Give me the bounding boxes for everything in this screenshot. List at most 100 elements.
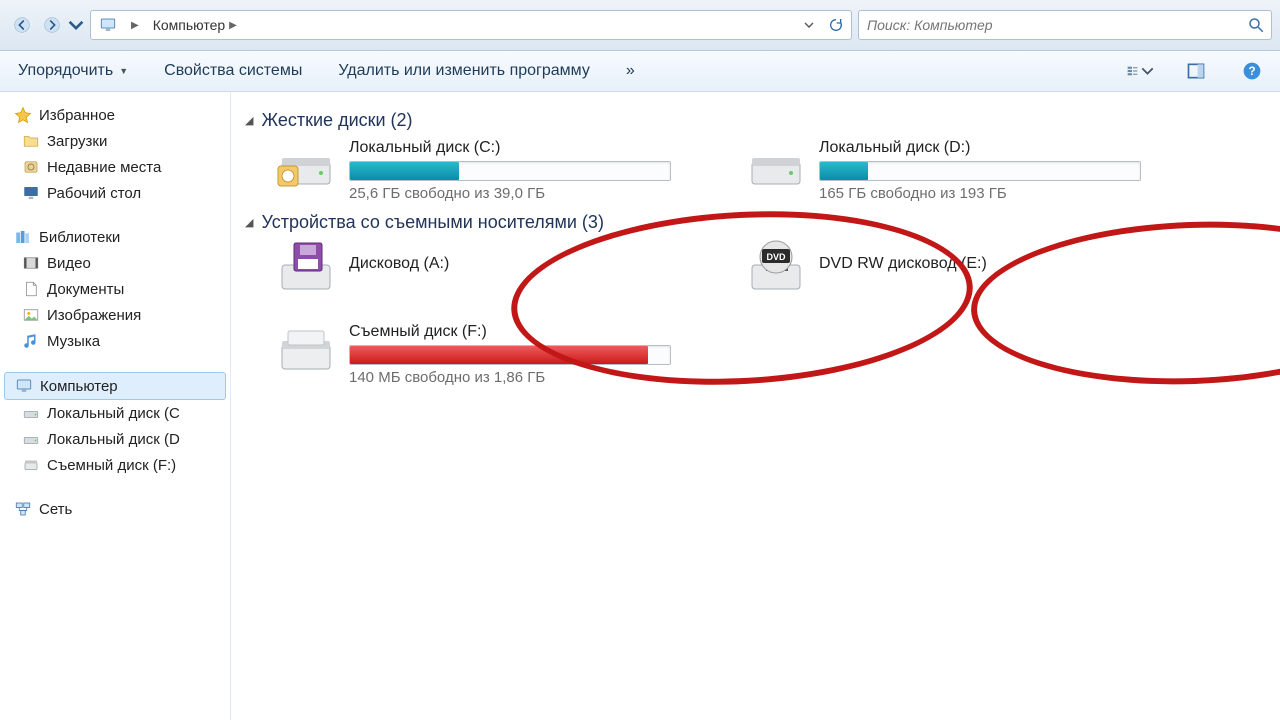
section-hdd-label: Жесткие диски (2) <box>261 110 412 131</box>
explorer-window: ▶ Компьютер ▶ Упорядочить ▼ <box>0 0 1280 720</box>
star-icon <box>14 106 32 124</box>
search-icon <box>1247 16 1265 34</box>
drive-c[interactable]: Локальный диск (C:) 25,6 ГБ свободно из … <box>275 139 695 202</box>
drive-e-title: DVD RW дисковод (E:) <box>819 255 1165 273</box>
disk-d-item[interactable]: Локальный диск (D <box>0 426 230 452</box>
desktop-item[interactable]: Рабочий стол <box>0 180 230 206</box>
preview-pane-button[interactable] <box>1182 57 1210 85</box>
hdd-list: Локальный диск (C:) 25,6 ГБ свободно из … <box>275 139 1266 202</box>
disk-c-item[interactable]: Локальный диск (C <box>0 400 230 426</box>
navigation-pane: Избранное Загрузки Недавние места Рабочи… <box>0 92 231 720</box>
drive-icon <box>22 404 40 422</box>
nav-buttons <box>8 11 84 39</box>
breadcrumb-computer[interactable]: Компьютер ▶ <box>147 14 243 36</box>
toolbar-overflow[interactable]: » <box>622 57 639 85</box>
drive-d-title: Локальный диск (D:) <box>819 139 1165 157</box>
network-label: Сеть <box>39 501 72 518</box>
music-label: Музыка <box>47 333 100 350</box>
dvd-icon: DVD <box>745 241 807 293</box>
breadcrumb-label: Компьютер <box>153 17 225 33</box>
section-removable[interactable]: ◢ Устройства со съемными носителями (3) <box>245 212 1266 233</box>
body: Избранное Загрузки Недавние места Рабочи… <box>0 92 1280 720</box>
floppy-icon <box>275 241 337 293</box>
disk-f-label: Съемный диск (F:) <box>47 457 176 474</box>
pictures-icon <box>22 306 40 324</box>
address-bar: ▶ Компьютер ▶ <box>0 0 1280 51</box>
change-view-button[interactable] <box>1126 57 1154 85</box>
uninstall-label: Удалить или изменить программу <box>338 62 590 80</box>
recent-item[interactable]: Недавние места <box>0 154 230 180</box>
video-label: Видео <box>47 255 91 272</box>
drive-d[interactable]: Локальный диск (D:) 165 ГБ свободно из 1… <box>745 139 1165 202</box>
svg-text:DVD: DVD <box>766 252 786 262</box>
drive-icon <box>22 430 40 448</box>
back-button[interactable] <box>8 11 36 39</box>
drive-d-sub: 165 ГБ свободно из 193 ГБ <box>819 185 1165 202</box>
drive-f-usage-bar <box>349 345 671 365</box>
disk-f-item[interactable]: Съемный диск (F:) <box>0 452 230 478</box>
drive-e[interactable]: DVD DVD RW дисковод (E:) <box>745 241 1165 293</box>
path-dropdown[interactable] <box>797 13 821 37</box>
system-properties-button[interactable]: Свойства системы <box>160 57 306 85</box>
desktop-icon <box>22 184 40 202</box>
history-dropdown[interactable] <box>68 11 84 39</box>
recent-label: Недавние места <box>47 159 161 176</box>
disk-d-label: Локальный диск (D <box>47 431 180 448</box>
overflow-label: » <box>626 62 635 80</box>
drive-f-sub: 140 МБ свободно из 1,86 ГБ <box>349 369 695 386</box>
organize-label: Упорядочить <box>18 62 113 80</box>
folder-icon <box>22 132 40 150</box>
breadcrumb[interactable]: ▶ Компьютер ▶ <box>90 10 852 40</box>
computer-icon <box>15 377 33 395</box>
music-item[interactable]: Музыка <box>0 328 230 354</box>
pictures-label: Изображения <box>47 307 141 324</box>
documents-item[interactable]: Документы <box>0 276 230 302</box>
command-bar: Упорядочить ▼ Свойства системы Удалить и… <box>0 51 1280 92</box>
removable-list: Дисковод (A:) DVD DVD RW дисковод (E:) <box>275 241 1266 386</box>
music-icon <box>22 332 40 350</box>
search-box[interactable] <box>858 10 1272 40</box>
computer-group[interactable]: Компьютер <box>4 372 226 400</box>
video-item[interactable]: Видео <box>0 250 230 276</box>
hdd-icon <box>745 139 807 191</box>
network-icon <box>14 500 32 518</box>
downloads-item[interactable]: Загрузки <box>0 128 230 154</box>
computer-label: Компьютер <box>40 378 118 395</box>
search-input[interactable] <box>865 16 1247 34</box>
pictures-item[interactable]: Изображения <box>0 302 230 328</box>
favorites-group[interactable]: Избранное <box>0 102 230 128</box>
content-pane: ◢ Жесткие диски (2) Локальный диск (C:) … <box>231 92 1280 720</box>
drive-f[interactable]: Съемный диск (F:) 140 МБ свободно из 1,8… <box>275 323 695 386</box>
documents-icon <box>22 280 40 298</box>
refresh-button[interactable] <box>823 12 849 38</box>
hdd-icon <box>275 139 337 191</box>
removable-drive-icon <box>275 323 337 375</box>
drive-c-usage-bar <box>349 161 671 181</box>
breadcrumb-root[interactable]: ▶ <box>125 17 145 34</box>
chevron-down-icon: ▼ <box>119 66 128 76</box>
section-removable-label: Устройства со съемными носителями (3) <box>261 212 603 233</box>
help-button[interactable]: ? <box>1238 57 1266 85</box>
drive-c-title: Локальный диск (C:) <box>349 139 695 157</box>
uninstall-program-button[interactable]: Удалить или изменить программу <box>334 57 594 85</box>
svg-text:?: ? <box>1248 65 1255 78</box>
removable-icon <box>22 456 40 474</box>
libraries-icon <box>14 228 32 246</box>
section-hdd[interactable]: ◢ Жесткие диски (2) <box>245 110 1266 131</box>
favorites-label: Избранное <box>39 107 115 124</box>
organize-menu[interactable]: Упорядочить ▼ <box>14 57 132 85</box>
network-group[interactable]: Сеть <box>0 496 230 522</box>
recent-icon <box>22 158 40 176</box>
collapse-icon: ◢ <box>245 114 253 127</box>
libraries-group[interactable]: Библиотеки <box>0 224 230 250</box>
sys-props-label: Свойства системы <box>164 62 302 80</box>
drive-c-sub: 25,6 ГБ свободно из 39,0 ГБ <box>349 185 695 202</box>
computer-icon[interactable] <box>93 13 123 37</box>
forward-button[interactable] <box>38 11 66 39</box>
disk-c-label: Локальный диск (C <box>47 405 180 422</box>
downloads-label: Загрузки <box>47 133 107 150</box>
documents-label: Документы <box>47 281 124 298</box>
drive-a[interactable]: Дисковод (A:) <box>275 241 695 293</box>
libraries-label: Библиотеки <box>39 229 120 246</box>
collapse-icon: ◢ <box>245 216 253 229</box>
